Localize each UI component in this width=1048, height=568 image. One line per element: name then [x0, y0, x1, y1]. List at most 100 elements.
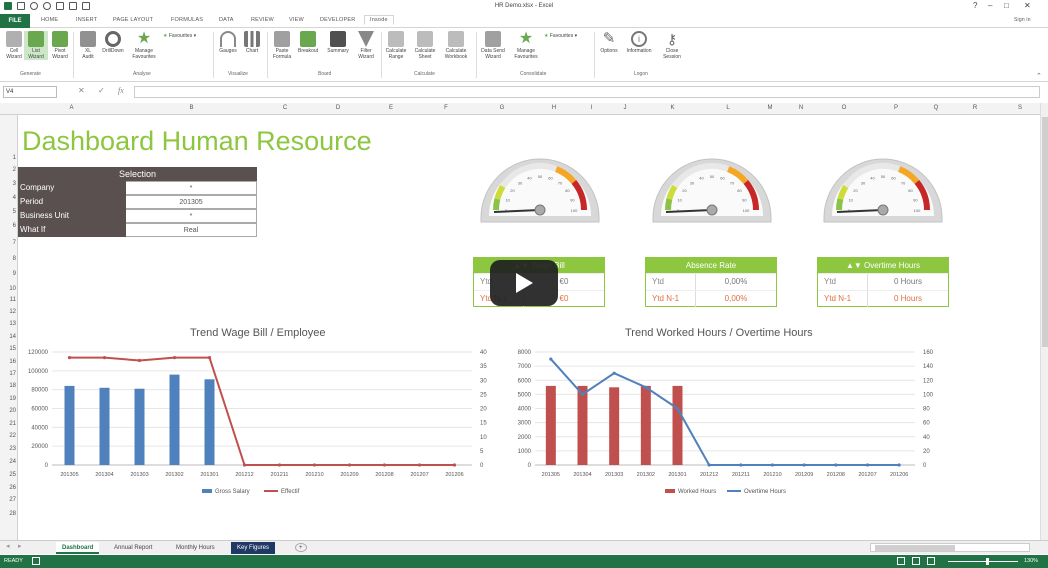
column-header[interactable]: J: [605, 105, 645, 111]
column-header[interactable]: C: [258, 105, 312, 111]
column-header[interactable]: E: [364, 105, 418, 111]
tab-insert[interactable]: INSERT: [76, 17, 97, 23]
row-header[interactable]: 24: [0, 459, 16, 465]
add-sheet-button[interactable]: +: [295, 543, 307, 552]
cancel-icon[interactable]: ✕: [78, 86, 85, 95]
column-header[interactable]: S: [1000, 105, 1040, 111]
tab-home[interactable]: HOME: [41, 17, 58, 23]
tab-developer[interactable]: DEVELOPER: [320, 17, 355, 23]
column-header[interactable]: I: [578, 105, 605, 111]
maximize-icon[interactable]: □: [1004, 1, 1009, 10]
row-header[interactable]: 19: [0, 396, 16, 402]
column-header[interactable]: A: [18, 105, 125, 111]
column-header[interactable]: K: [645, 105, 700, 111]
drilldown-button[interactable]: DrillDown: [101, 31, 125, 54]
zoom-slider-thumb[interactable]: [986, 558, 989, 565]
summary-button[interactable]: Summary: [326, 31, 350, 54]
column-header[interactable]: L: [700, 105, 756, 111]
scroll-thumb[interactable]: [875, 545, 955, 551]
row-header[interactable]: 16: [0, 359, 16, 365]
filter-wizard-button[interactable]: Filter Wizard: [354, 31, 378, 60]
breakout-button[interactable]: Breakout: [296, 31, 320, 54]
xl-audit-button[interactable]: XL Audit: [76, 31, 100, 60]
enter-icon[interactable]: ✓: [98, 86, 105, 95]
row-header[interactable]: 1: [0, 155, 16, 161]
options-button[interactable]: ✎ Options: [597, 31, 621, 55]
normal-view-icon[interactable]: [897, 557, 905, 565]
calculate-workbook-button[interactable]: Calculate Workbook: [442, 31, 470, 60]
play-icon[interactable]: [516, 273, 533, 293]
zoom-level[interactable]: 130%: [1024, 558, 1038, 564]
selection-value-period[interactable]: 201305: [126, 195, 257, 209]
sheet-tab-key-figures[interactable]: Key Figures: [231, 542, 276, 554]
close-session-button[interactable]: ⚷ Close Session: [660, 31, 684, 60]
cell-wizard-button[interactable]: Cell Wizard: [2, 31, 26, 60]
zoom-slider[interactable]: [948, 561, 1018, 562]
row-header[interactable]: 3: [0, 181, 16, 187]
favourites-dropdown[interactable]: ★ Favourites ▾: [163, 33, 196, 39]
tab-file[interactable]: FILE: [0, 14, 30, 28]
minimize-icon[interactable]: –: [988, 1, 992, 10]
favourites-dropdown-2[interactable]: ★ Favourites ▾: [544, 33, 577, 39]
sheet-tab-annual-report[interactable]: Annual Report: [108, 542, 158, 554]
sign-in-link[interactable]: Sign in: [1014, 17, 1031, 23]
row-header[interactable]: 26: [0, 485, 16, 491]
manage-favourites-button[interactable]: ★ Manage Favourites: [132, 31, 156, 61]
row-header[interactable]: 6: [0, 223, 16, 229]
column-header[interactable]: R: [950, 105, 1000, 111]
row-header[interactable]: 15: [0, 346, 16, 352]
row-header[interactable]: 23: [0, 446, 16, 452]
row-header[interactable]: 28: [0, 511, 16, 517]
sheet-tab-monthly-hours[interactable]: Monthly Hours: [170, 542, 221, 554]
tab-page-layout[interactable]: PAGE LAYOUT: [113, 17, 153, 23]
next-sheet-icon[interactable]: ▸: [18, 542, 22, 550]
row-header[interactable]: 25: [0, 472, 16, 478]
page-break-view-icon[interactable]: [927, 557, 935, 565]
row-header[interactable]: 17: [0, 371, 16, 377]
close-icon[interactable]: ✕: [1024, 1, 1031, 10]
page-layout-view-icon[interactable]: [912, 557, 920, 565]
row-header[interactable]: 13: [0, 321, 16, 327]
row-header[interactable]: 14: [0, 334, 16, 340]
name-box[interactable]: V4: [3, 86, 57, 98]
column-header[interactable]: B: [125, 105, 258, 111]
column-header[interactable]: P: [870, 105, 922, 111]
chart-button[interactable]: Chart: [240, 31, 264, 54]
tab-data[interactable]: DATA: [219, 17, 234, 23]
tab-formulas[interactable]: FORMULAS: [171, 17, 203, 23]
selection-value-company[interactable]: *: [126, 181, 257, 195]
scroll-thumb[interactable]: [1042, 117, 1048, 347]
column-header[interactable]: N: [784, 105, 818, 111]
column-header[interactable]: F: [418, 105, 474, 111]
prev-sheet-icon[interactable]: ◂: [6, 542, 10, 550]
calculate-sheet-button[interactable]: Calculate Sheet: [413, 31, 437, 60]
column-header[interactable]: O: [818, 105, 870, 111]
help-icon[interactable]: ?: [973, 1, 977, 10]
selection-value-business-unit[interactable]: *: [126, 209, 257, 223]
column-header[interactable]: Q: [922, 105, 950, 111]
row-header[interactable]: 11: [0, 297, 16, 303]
row-header[interactable]: 22: [0, 433, 16, 439]
column-header[interactable]: D: [312, 105, 364, 111]
pivot-wizard-button[interactable]: Pivot Wizard: [48, 31, 72, 60]
row-header[interactable]: 5: [0, 209, 16, 215]
row-header[interactable]: 12: [0, 309, 16, 315]
tab-view[interactable]: VIEW: [289, 17, 304, 23]
row-header[interactable]: 7: [0, 240, 16, 246]
collapse-ribbon-icon[interactable]: ⌃: [1036, 72, 1042, 80]
calculate-range-button[interactable]: Calculate Range: [384, 31, 408, 60]
column-header[interactable]: H: [530, 105, 578, 111]
row-header[interactable]: 10: [0, 286, 16, 292]
column-header[interactable]: M: [756, 105, 784, 111]
macro-record-icon[interactable]: [32, 557, 40, 565]
tab-review[interactable]: REVIEW: [251, 17, 274, 23]
manage-favourites-button-2[interactable]: ★ Manage Favourites: [512, 31, 540, 61]
paste-formula-button[interactable]: Paste Formula: [270, 31, 294, 60]
data-send-wizard-button[interactable]: Data Send Wizard: [479, 31, 507, 60]
row-header[interactable]: 9: [0, 271, 16, 277]
row-header[interactable]: 18: [0, 383, 16, 389]
vertical-scrollbar[interactable]: [1040, 103, 1048, 540]
row-header[interactable]: 20: [0, 408, 16, 414]
row-header[interactable]: 21: [0, 421, 16, 427]
sheet-tab-dashboard[interactable]: Dashboard: [56, 542, 100, 554]
